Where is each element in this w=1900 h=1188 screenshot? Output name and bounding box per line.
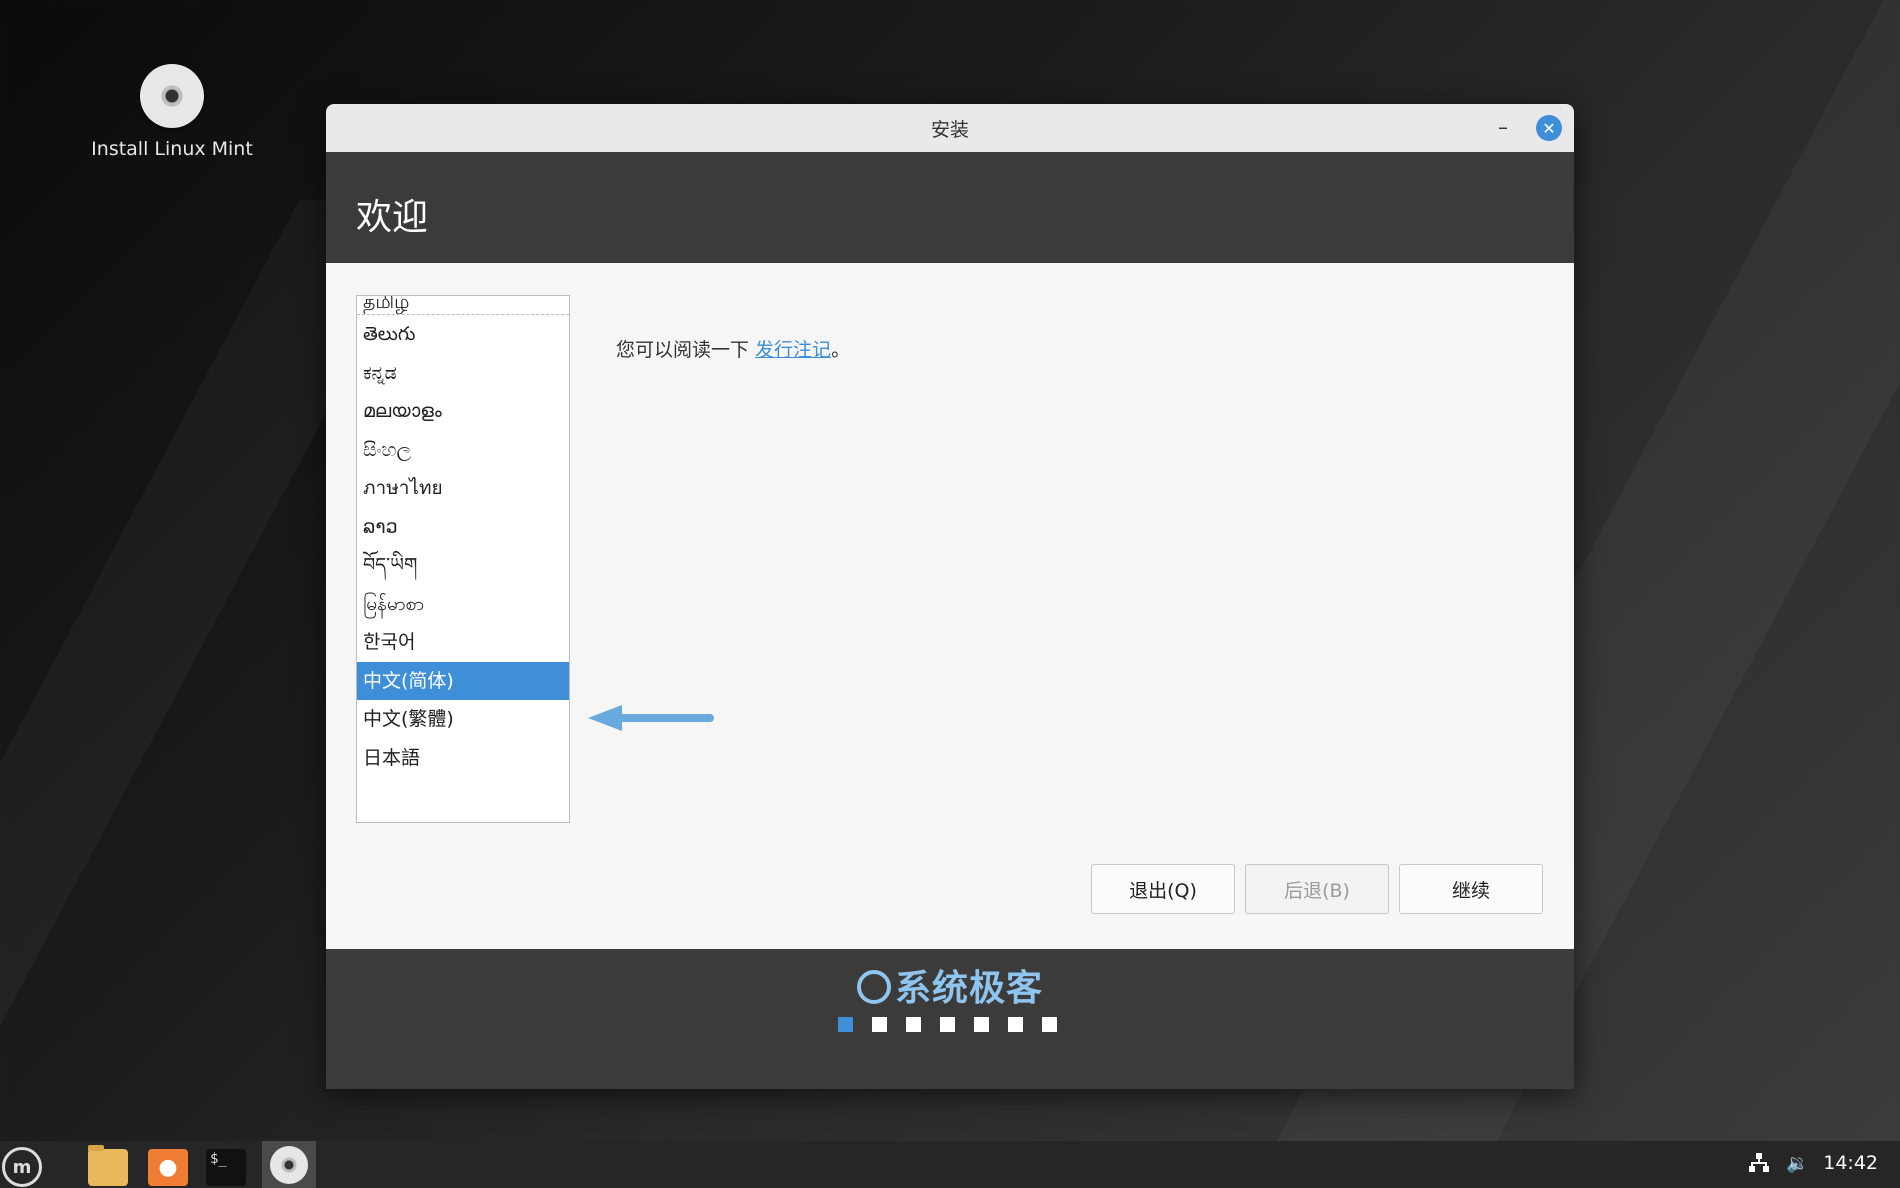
disc-icon	[140, 64, 204, 128]
watermark-text: 系统极客	[894, 968, 1043, 1009]
watermark: 系统极客	[326, 959, 1574, 1011]
progress-dot	[1008, 1017, 1023, 1032]
list-item[interactable]: မြန်မာစာ	[357, 585, 569, 624]
language-list[interactable]: தமிழ் తెలుగు ಕನ್ನಡ മലയാളം සිංහල ภาษาไทย ລາວ བོད…	[356, 295, 570, 823]
installer-window: 安装 – ✕ 欢迎 தமிழ் తెలుగు ಕನ್ನಡ മലയാളം සිංහල ภาษ…	[326, 104, 1574, 1089]
list-item[interactable]: മലയാളം	[357, 392, 569, 431]
progress-dot	[974, 1017, 989, 1032]
list-item[interactable]: தமிழ்	[357, 296, 569, 315]
firefox-icon[interactable]: ●	[148, 1149, 188, 1186]
arrow-indicator-icon	[588, 705, 714, 731]
volume-icon[interactable]: 🔉	[1785, 1151, 1809, 1175]
terminal-icon[interactable]: $_	[206, 1149, 246, 1186]
release-notes-text: 您可以阅读一下 发行注记。	[616, 335, 850, 362]
desktop-icon-label: Install Linux Mint	[91, 138, 253, 160]
back-button[interactable]: 后退(B)	[1245, 864, 1389, 914]
list-item[interactable]: 한국어	[357, 623, 569, 662]
release-notes-suffix: 。	[831, 339, 851, 361]
continue-button[interactable]: 继续	[1399, 864, 1543, 914]
list-item[interactable]: ภาษาไทย	[357, 469, 569, 508]
desktop-icon-install-linux-mint[interactable]: Install Linux Mint	[88, 64, 256, 160]
progress-dot	[906, 1017, 921, 1032]
list-item[interactable]: తెలుగు	[357, 315, 569, 354]
minimize-button[interactable]: –	[1488, 112, 1518, 142]
progress-dot	[1042, 1017, 1057, 1032]
installer-taskbar-button[interactable]	[262, 1141, 316, 1188]
network-icon[interactable]	[1747, 1151, 1771, 1175]
page-header: 欢迎	[326, 152, 1574, 263]
file-manager-icon[interactable]	[88, 1145, 128, 1186]
page-title: 欢迎	[356, 197, 429, 238]
main-content: தமிழ் తెలుగు ಕನ್ನಡ മലയാളം සිංහල ภาษาไทย ລາວ བོད…	[326, 263, 1574, 949]
progress-dots	[838, 1017, 1057, 1032]
release-notes-link[interactable]: 发行注记	[755, 339, 831, 361]
list-item[interactable]: ಕನ್ನಡ	[357, 354, 569, 393]
watermark-logo-icon	[856, 970, 891, 1004]
close-button[interactable]: ✕	[1536, 115, 1562, 141]
clock[interactable]: 14:42	[1823, 1152, 1878, 1174]
list-item[interactable]: ລາວ	[357, 508, 569, 547]
mint-logo-icon: m	[12, 1156, 32, 1178]
close-icon: ✕	[1542, 118, 1556, 138]
list-item[interactable]: 日本語	[357, 739, 569, 778]
progress-dot	[940, 1017, 955, 1032]
progress-dot	[838, 1017, 853, 1032]
footer: 系统极客	[326, 949, 1574, 1089]
taskbar: m ● $_ 🔉 14:42	[0, 1141, 1900, 1188]
list-item[interactable]: සිංහල	[357, 431, 569, 470]
quit-button[interactable]: 退出(Q)	[1091, 864, 1235, 914]
window-title: 安装	[930, 118, 969, 141]
release-notes-prefix: 您可以阅读一下	[616, 339, 756, 361]
mint-menu-button[interactable]: m	[2, 1147, 42, 1187]
titlebar[interactable]: 安装 – ✕	[326, 104, 1574, 152]
list-item[interactable]: བོད་ཡིག	[357, 546, 569, 585]
list-item[interactable]: 中文(繁體)	[357, 700, 569, 739]
system-tray: 🔉 14:42	[1747, 1151, 1878, 1175]
progress-dot	[872, 1017, 887, 1032]
installer-disc-icon	[270, 1145, 308, 1184]
list-item[interactable]: 中文(简体)	[357, 661, 569, 700]
